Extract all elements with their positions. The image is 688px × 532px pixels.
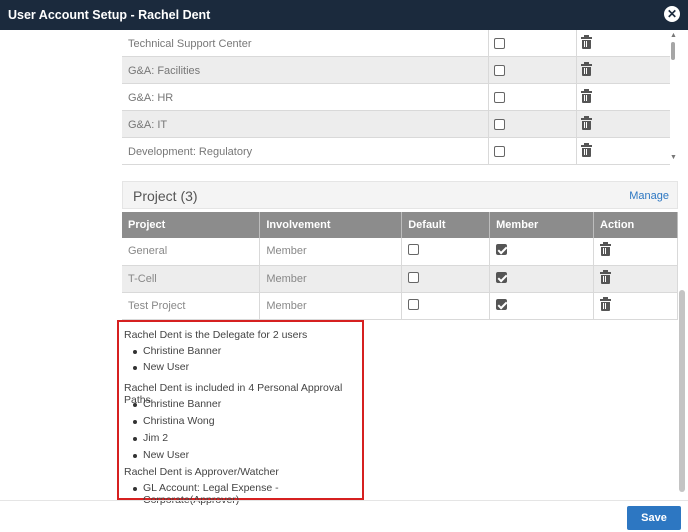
trash-icon[interactable]: [593, 265, 678, 293]
list-item: Jim 2: [132, 432, 169, 444]
default-checkbox[interactable]: [401, 292, 491, 320]
trash-icon[interactable]: [593, 238, 678, 266]
department-checkbox[interactable]: [494, 65, 505, 79]
project-section-header: Project (3) Manage: [122, 181, 678, 209]
default-checkbox[interactable]: [401, 265, 491, 293]
department-checkbox[interactable]: [494, 146, 505, 160]
default-checkbox[interactable]: [401, 238, 491, 266]
table-header-row: Project Involvement Default Member Actio…: [122, 212, 678, 238]
close-icon[interactable]: ✕: [664, 6, 680, 22]
scroll-thumb[interactable]: [671, 42, 675, 60]
department-row: Development: Regulatory: [122, 138, 670, 165]
trash-icon[interactable]: [581, 143, 592, 160]
scroll-down-icon[interactable]: ▼: [670, 154, 677, 161]
department-row: G&A: IT: [122, 111, 670, 138]
project-name: T-Cell: [122, 265, 261, 293]
window-title: User Account Setup - Rachel Dent: [8, 8, 211, 22]
department-checkbox[interactable]: [494, 92, 505, 106]
column-header-default[interactable]: Default: [401, 212, 491, 238]
member-checkbox[interactable]: [489, 292, 595, 320]
department-row: G&A: Facilities: [122, 57, 670, 84]
department-checkbox[interactable]: [494, 119, 505, 133]
list-item: Christine Banner: [132, 345, 222, 357]
involvement-value: Member: [259, 238, 403, 266]
delegate-heading: Rachel Dent is the Delegate for 2 users: [124, 329, 308, 341]
list-item: New User: [132, 361, 190, 373]
table-row: Test Project Member: [122, 292, 678, 320]
department-name: G&A: HR: [128, 92, 174, 104]
main-scrollbar[interactable]: [679, 290, 685, 492]
table-row: T-Cell Member: [122, 265, 678, 293]
trash-icon[interactable]: [581, 89, 592, 106]
list-item: GL Account: Legal Expense - Corporate(Ap…: [133, 482, 362, 506]
member-checkbox[interactable]: [489, 265, 595, 293]
column-header-member[interactable]: Member: [489, 212, 595, 238]
department-list-scrollbar[interactable]: ▲ ▼: [670, 30, 678, 170]
scroll-up-icon[interactable]: ▲: [670, 32, 677, 39]
department-name: Technical Support Center: [128, 38, 252, 50]
column-header-project[interactable]: Project: [122, 212, 261, 238]
trash-icon[interactable]: [581, 116, 592, 133]
department-checkbox[interactable]: [494, 38, 505, 52]
project-section-title: Project (3): [133, 188, 198, 204]
department-name: G&A: Facilities: [128, 65, 201, 77]
column-header-involvement[interactable]: Involvement: [259, 212, 403, 238]
department-name: Development: Regulatory: [128, 146, 253, 158]
approver-heading: Rachel Dent is Approver/Watcher: [124, 466, 279, 478]
member-checkbox[interactable]: [489, 238, 595, 266]
list-item: New User: [132, 449, 190, 461]
trash-icon[interactable]: [593, 292, 678, 320]
list-item: Christine Banner: [132, 398, 222, 410]
project-name: Test Project: [122, 292, 261, 320]
table-row: General Member: [122, 238, 678, 266]
involvement-value: Member: [259, 265, 403, 293]
department-name: G&A: IT: [128, 119, 168, 131]
trash-icon[interactable]: [581, 35, 592, 52]
department-list: Technical Support Center G&A: Facilities…: [122, 30, 670, 170]
involvement-value: Member: [259, 292, 403, 320]
footer-divider: [0, 500, 688, 501]
column-header-action: Action: [593, 212, 678, 238]
trash-icon[interactable]: [581, 62, 592, 79]
project-table: Project Involvement Default Member Actio…: [122, 212, 678, 320]
project-name: General: [122, 238, 261, 266]
department-row: Technical Support Center: [122, 30, 670, 57]
title-bar: User Account Setup - Rachel Dent ✕: [0, 0, 688, 30]
user-involvement-info-panel: Rachel Dent is the Delegate for 2 users …: [117, 320, 364, 506]
manage-link[interactable]: Manage: [629, 190, 669, 202]
department-row: G&A: HR: [122, 84, 670, 111]
list-item: Christina Wong: [133, 415, 215, 427]
save-button[interactable]: Save: [627, 506, 681, 530]
